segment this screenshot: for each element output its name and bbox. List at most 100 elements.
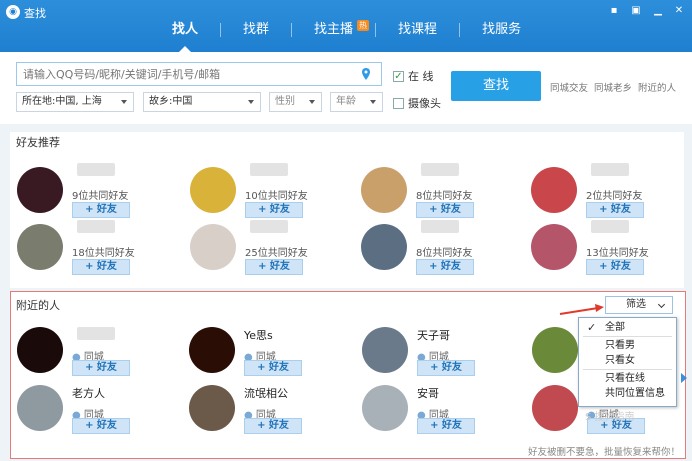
friend-card[interactable]: 2位共同好友 + 好友 [531, 163, 691, 218]
add-friend-button[interactable]: + 好友 [72, 418, 130, 434]
mutual-friends-count: 25位共同好友 [245, 248, 308, 259]
filter-dropdown[interactable]: 筛选 [605, 296, 673, 314]
add-friend-button[interactable]: + 好友 [586, 259, 644, 275]
avatar[interactable] [190, 224, 236, 270]
minimize-icon[interactable]: ▁ [651, 4, 665, 18]
link-local-dating[interactable]: 同城交友 [550, 80, 588, 94]
mutual-friends-count: 2位共同好友 [586, 191, 643, 202]
friend-card[interactable]: 8位共同好友 + 好友 [361, 163, 521, 218]
avatar[interactable] [532, 327, 578, 373]
blurred-name [591, 220, 629, 233]
add-friend-button[interactable]: + 好友 [586, 202, 644, 218]
filter-option-online[interactable]: 只看在线 [579, 371, 676, 386]
scroll-right-icon[interactable] [681, 373, 687, 383]
friend-card[interactable]: 9位共同好友 + 好友 [17, 163, 177, 218]
add-friend-button[interactable]: + 好友 [245, 259, 303, 275]
filter-option-female[interactable]: 只看女 [579, 353, 676, 368]
avatar[interactable] [17, 327, 63, 373]
avatar[interactable] [17, 167, 63, 213]
avatar[interactable] [17, 385, 63, 431]
add-friend-button[interactable]: + 好友 [72, 202, 130, 218]
blurred-name [250, 220, 288, 233]
feedback-icon[interactable]: ▪ [607, 4, 621, 18]
check-icon: ✓ [587, 321, 597, 334]
add-friend-button[interactable]: + 好友 [416, 259, 474, 275]
friend-card[interactable]: 18位共同好友 + 好友 [17, 220, 177, 275]
friend-card[interactable]: 25位共同好友 + 好友 [190, 220, 350, 275]
avatar[interactable] [361, 167, 407, 213]
search-input[interactable] [17, 63, 347, 85]
filter-option-location[interactable]: 共同位置信息 [579, 386, 676, 401]
avatar[interactable] [362, 385, 408, 431]
avatar[interactable] [361, 224, 407, 270]
nearby-person-card[interactable]: 安哥 ● 同城 + 好友 [362, 385, 522, 435]
add-friend-button[interactable]: + 好友 [245, 202, 303, 218]
avatar[interactable] [531, 167, 577, 213]
add-friend-button[interactable]: + 好友 [72, 259, 130, 275]
add-friend-button[interactable]: + 好友 [417, 360, 475, 376]
mutual-friends-count: 9位共同好友 [72, 191, 129, 202]
avatar[interactable] [531, 224, 577, 270]
red-arrow-annotation [559, 304, 604, 315]
mutual-friends-count: 8位共同好友 [416, 191, 473, 202]
blurred-name [250, 163, 288, 176]
tab-find-people[interactable]: 找人 [150, 18, 220, 52]
mutual-friends-count: 13位共同好友 [586, 248, 649, 259]
tab-find-course[interactable]: 找课程 [376, 18, 459, 42]
nearby-person-card[interactable]: Ye思s ● 同城 + 好友 [189, 327, 349, 377]
friend-card[interactable]: 8位共同好友 + 好友 [361, 220, 521, 275]
chevron-down-icon [309, 100, 315, 104]
add-friend-button[interactable]: + 好友 [416, 202, 474, 218]
chevron-down-icon [657, 300, 666, 309]
avatar[interactable] [190, 167, 236, 213]
hot-badge: 热 [357, 20, 370, 31]
section-title-friends: 好友推荐 [16, 136, 60, 149]
avatar[interactable] [362, 327, 408, 373]
avatar[interactable] [189, 327, 235, 373]
nearby-person-card[interactable]: ● 同城+ 好友 [17, 327, 177, 377]
lock-icon[interactable]: ▣ [629, 4, 643, 18]
age-select[interactable]: 年龄 [330, 92, 383, 112]
add-friend-button[interactable]: + 好友 [244, 360, 302, 376]
search-button[interactable]: 查找 [451, 71, 541, 101]
nearby-person-card[interactable]: 流氓相公 ● 同城 + 好友 [189, 385, 349, 435]
link-hometown[interactable]: 同城老乡 [594, 80, 632, 94]
person-name: 天子哥 [417, 329, 450, 342]
blurred-name [421, 163, 459, 176]
online-checkbox[interactable]: ✓ 在 线 [393, 68, 434, 84]
camera-check-box [393, 97, 404, 109]
tab-find-streamer[interactable]: 找主播热 [292, 18, 375, 42]
close-icon[interactable]: ✕ [672, 4, 686, 18]
friend-recommend-section: 好友推荐 9位共同好友 + 好友 10位共同好友 + 好友 8位共同好友 + 好友 2位共同… [10, 132, 684, 288]
avatar[interactable] [189, 385, 235, 431]
quick-links: 同城交友 同城老乡 附近的人 [550, 80, 676, 94]
filter-option-male[interactable]: 只看男 [579, 338, 676, 353]
friend-card[interactable]: 13位共同好友 + 好友 [531, 220, 691, 275]
person-name: 流氓相公 [244, 387, 288, 400]
link-nearby[interactable]: 附近的人 [638, 80, 676, 94]
location-select[interactable]: 所在地:中国, 上海 [16, 92, 134, 112]
mutual-friends-count: 10位共同好友 [245, 191, 308, 202]
friend-card[interactable]: 10位共同好友 + 好友 [190, 163, 350, 218]
add-friend-button[interactable]: + 好友 [72, 360, 130, 376]
location-pin-icon[interactable] [361, 68, 371, 80]
avatar[interactable] [532, 385, 578, 431]
hometown-select[interactable]: 故乡:中国 [143, 92, 261, 112]
person-name: 老方人 [72, 387, 105, 400]
add-friend-button[interactable]: + 好友 [417, 418, 475, 434]
search-box [16, 62, 382, 86]
camera-checkbox[interactable]: 摄像头 [393, 95, 441, 111]
filter-option-all[interactable]: ✓ 全部 [579, 320, 676, 335]
tab-find-service[interactable]: 找服务 [460, 18, 543, 42]
person-name: 安哥 [417, 387, 439, 400]
gender-select[interactable]: 性别 [269, 92, 322, 112]
chevron-down-icon [248, 100, 254, 104]
blurred-name [421, 220, 459, 233]
watermark: S 搜狗指南 [585, 412, 635, 423]
nearby-person-card[interactable]: 老方人 ● 同城 + 好友 [17, 385, 177, 435]
avatar[interactable] [17, 224, 63, 270]
tab-find-group[interactable]: 找群 [221, 18, 291, 42]
add-friend-button[interactable]: + 好友 [244, 418, 302, 434]
nearby-person-card[interactable]: 天子哥 ● 同城 + 好友 [362, 327, 522, 377]
footer-note[interactable]: 好友被删不要急，批量恢复来帮你！ [528, 444, 680, 458]
